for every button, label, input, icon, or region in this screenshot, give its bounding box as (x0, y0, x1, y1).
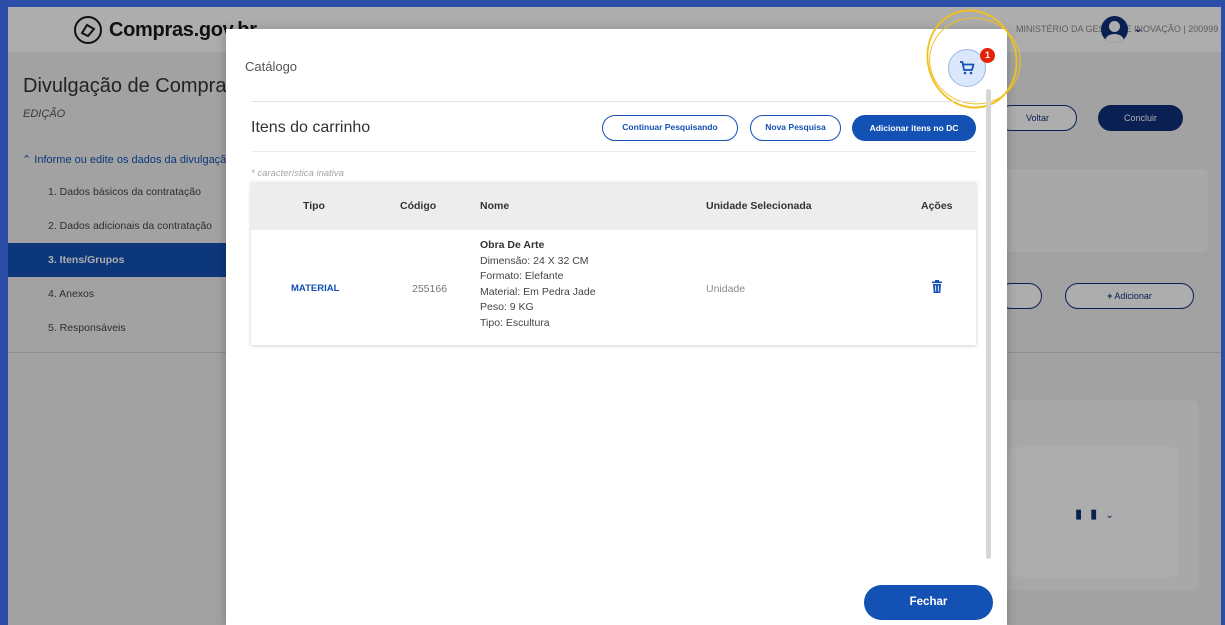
cart-heading: Itens do carrinho (251, 119, 371, 136)
new-search-button[interactable]: Nova Pesquisa (750, 115, 841, 141)
item-attribute: Material: Em Pedra Jade (480, 285, 596, 298)
close-button[interactable]: Fechar (864, 585, 993, 620)
item-attribute: Peso: 9 KG (480, 301, 534, 313)
col-header-codigo: Código (400, 200, 437, 212)
catalog-modal: Catálogo 1 Itens do carrinho Continuar P… (226, 0, 1031, 625)
inactive-note: * característica inativa (251, 168, 344, 179)
add-to-dc-button[interactable]: Adicionar itens no DC (852, 115, 976, 141)
trash-icon (932, 280, 942, 293)
item-attribute: Dimensão: 24 X 32 CM (480, 254, 589, 267)
row-codigo: 255166 (412, 283, 448, 295)
delete-item-button[interactable] (932, 280, 942, 296)
divider (251, 151, 976, 152)
modal-title: Catálogo (245, 59, 298, 74)
col-header-tipo: Tipo (303, 200, 325, 212)
continue-searching-button[interactable]: Continuar Pesquisando (602, 115, 738, 141)
cart-icon (960, 61, 975, 75)
col-header-acoes: Ações (921, 200, 953, 212)
row-unidade: Unidade (706, 283, 746, 295)
row-tipo-link[interactable]: MATERIAL (291, 283, 339, 294)
cart-table: Tipo Código Nome Unidade Selecionada Açõ… (251, 182, 976, 345)
table-header: Tipo Código Nome Unidade Selecionada Açõ… (251, 182, 976, 230)
scrollbar[interactable] (986, 89, 991, 559)
cart-count-badge: 1 (980, 48, 995, 63)
item-attribute: Tipo: Escultura (480, 316, 550, 329)
item-attribute: Formato: Elefante (480, 270, 564, 282)
col-header-nome: Nome (480, 200, 510, 212)
item-name: Obra De Arte (480, 239, 545, 251)
row-nome: Obra De Arte Dimensão: 24 X 32 CM Format… (480, 238, 596, 331)
col-header-unidade: Unidade Selecionada (706, 200, 812, 212)
divider (251, 101, 976, 102)
